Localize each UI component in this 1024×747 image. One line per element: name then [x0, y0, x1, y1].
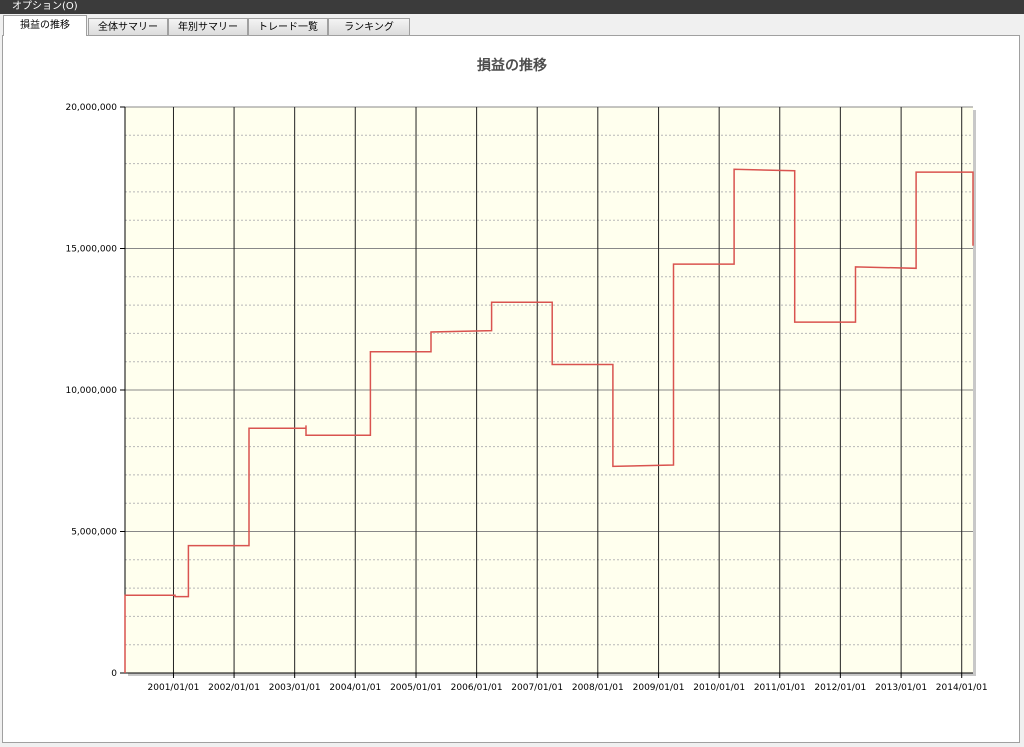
profit-chart: 0 5,000,000 10,000,000 15,000,000 20,000,000…: [65, 103, 988, 693]
x-tick-label: 2003/01/01: [269, 683, 321, 693]
y-tick-label: 15,000,000: [65, 245, 117, 255]
x-tick-label: 2012/01/01: [814, 683, 866, 693]
y-tick-label: 5,000,000: [71, 528, 117, 538]
x-tick-label: 2009/01/01: [633, 683, 685, 693]
x-tick-label: 2005/01/01: [390, 683, 442, 693]
y-tick-label: 0: [111, 669, 117, 679]
tab-profit-trend[interactable]: 損益の推移: [3, 15, 87, 36]
x-tick-label: 2004/01/01: [329, 683, 381, 693]
x-tick-label: 2011/01/01: [754, 683, 806, 693]
y-tick-label: 10,000,000: [65, 386, 117, 396]
x-tick-label: 2006/01/01: [451, 683, 503, 693]
x-tick-label: 2008/01/01: [572, 683, 624, 693]
x-tick-label: 2010/01/01: [693, 683, 745, 693]
x-tick-label: 2007/01/01: [511, 683, 563, 693]
x-tick-label: 2001/01/01: [148, 683, 200, 693]
x-tick-label: 2014/01/01: [936, 683, 988, 693]
y-tick-label: 20,000,000: [65, 103, 117, 113]
x-tick-label: 2002/01/01: [208, 683, 260, 693]
x-tick-label: 2013/01/01: [875, 683, 927, 693]
